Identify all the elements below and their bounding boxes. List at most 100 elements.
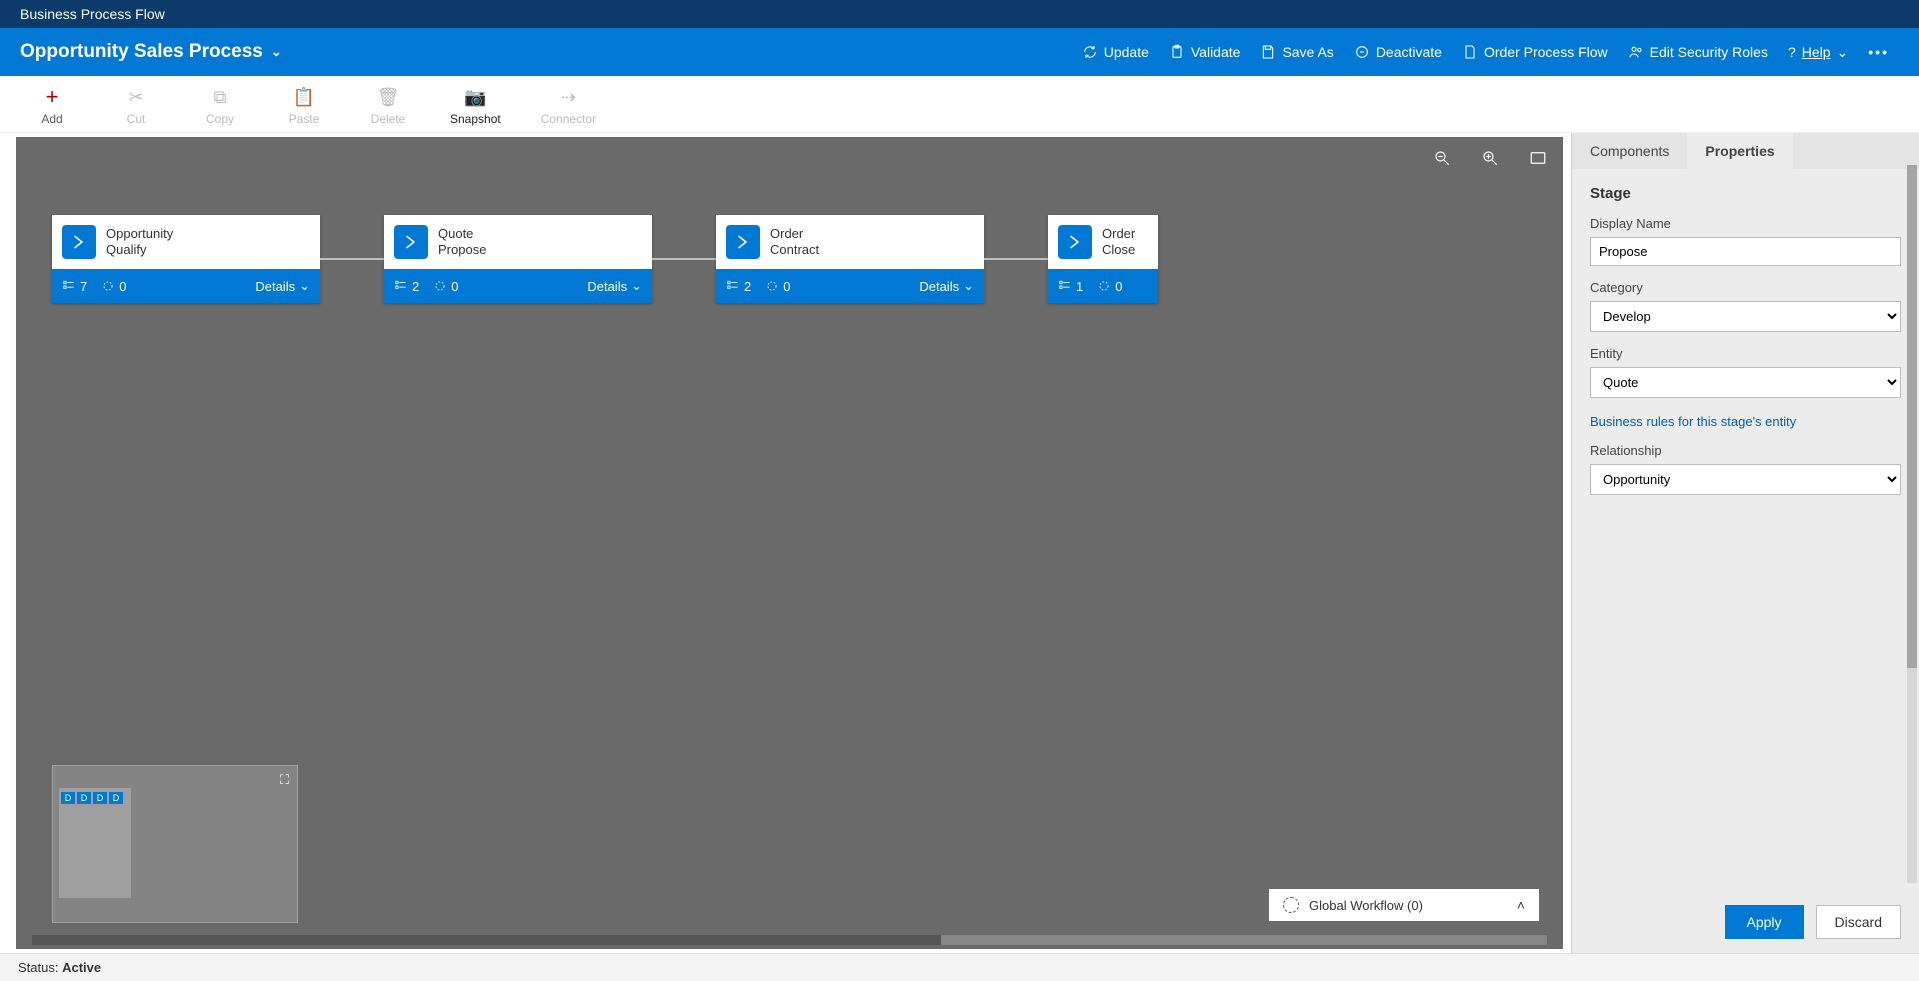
apply-button[interactable]: Apply (1725, 905, 1804, 939)
canvas[interactable]: Opportunity Qualify 7 0 Details⌄ Quote (16, 137, 1563, 949)
chevron-down-icon: ⌄ (631, 278, 642, 294)
connector-line (984, 258, 1048, 260)
stage-name: Qualify (106, 242, 173, 258)
entity-label: Entity (1590, 346, 1901, 361)
stage-entity: Opportunity (106, 226, 173, 242)
connector-button[interactable]: ⇢ Connector (541, 86, 596, 126)
connector-line (320, 258, 384, 260)
process-name-dropdown[interactable]: Opportunity Sales Process ⌄ (20, 41, 282, 63)
workflow-count: 0 (101, 279, 126, 294)
main-area: Opportunity Qualify 7 0 Details⌄ Quote (0, 133, 1919, 953)
order-process-flow-button[interactable]: Order Process Flow (1452, 38, 1618, 66)
snapshot-label: Snapshot (450, 112, 501, 126)
display-name-label: Display Name (1590, 216, 1901, 231)
minimap-node: D (93, 792, 107, 804)
scroll-thumb[interactable] (32, 935, 941, 945)
camera-icon: 📷 (464, 86, 486, 108)
global-workflow-label: Global Workflow (0) (1309, 898, 1423, 913)
stage-propose[interactable]: Quote Propose 2 0 Details⌄ (384, 215, 652, 303)
vertical-scrollbar[interactable] (1907, 165, 1917, 883)
add-button[interactable]: + Add (30, 86, 74, 126)
security-label: Edit Security Roles (1650, 44, 1768, 60)
edit-security-button[interactable]: Edit Security Roles (1618, 38, 1778, 66)
details-toggle[interactable]: Details⌄ (255, 278, 310, 294)
stage-close[interactable]: Order Close 1 0 (1048, 215, 1158, 303)
global-workflow-bar[interactable]: Global Workflow (0) ˄ (1269, 889, 1539, 921)
chevron-down-icon: ⌄ (271, 44, 282, 60)
steps-count: 2 (394, 279, 419, 294)
chevron-down-icon: ⌄ (963, 278, 974, 294)
stage-entity: Order (1102, 226, 1135, 242)
details-toggle[interactable]: Details⌄ (919, 278, 974, 294)
toolbar: + Add ✂ Cut ⧉ Copy 📋 Paste 🗑 Delete 📷 Sn… (0, 76, 1919, 133)
expand-icon[interactable]: ⛶ (280, 772, 289, 788)
panel-section-title: Stage (1590, 185, 1901, 202)
chevron-up-icon[interactable]: ˄ (1517, 897, 1525, 913)
category-label: Category (1590, 280, 1901, 295)
help-icon: ? (1788, 44, 1796, 60)
discard-button[interactable]: Discard (1816, 905, 1901, 939)
stage-name: Propose (438, 242, 486, 258)
deactivate-button[interactable]: Deactivate (1344, 38, 1452, 66)
update-button[interactable]: Update (1072, 38, 1159, 66)
paste-label: Paste (289, 112, 320, 126)
snapshot-button[interactable]: 📷 Snapshot (450, 86, 501, 126)
stage-contract[interactable]: Order Contract 2 0 Details⌄ (716, 215, 984, 303)
workflow-count: 0 (765, 279, 790, 294)
validate-button[interactable]: Validate (1159, 38, 1251, 66)
stage-name: Contract (770, 242, 819, 258)
stage-qualify[interactable]: Opportunity Qualify 7 0 Details⌄ (52, 215, 320, 303)
titlebar: Business Process Flow (0, 0, 1919, 28)
tab-properties[interactable]: Properties (1687, 133, 1792, 169)
relationship-select[interactable]: Opportunity (1590, 464, 1901, 495)
stage-entity: Order (770, 226, 819, 242)
details-toggle[interactable]: Details⌄ (587, 278, 642, 294)
help-button[interactable]: ? Help ⌄ (1778, 38, 1858, 67)
stage-icon (62, 225, 96, 259)
minimap-nodes: D D D D (61, 792, 123, 804)
paste-icon: 📋 (293, 86, 315, 108)
fit-to-screen-button[interactable] (1529, 149, 1547, 167)
more-button[interactable]: ••• (1858, 38, 1899, 66)
display-name-input[interactable] (1590, 237, 1901, 266)
delete-button[interactable]: 🗑 Delete (366, 86, 410, 126)
tab-components[interactable]: Components (1572, 133, 1687, 169)
steps-count: 1 (1058, 279, 1083, 294)
entity-select[interactable]: Quote (1590, 367, 1901, 398)
plus-icon: + (46, 86, 59, 108)
workflow-count: 0 (433, 279, 458, 294)
minimap-node: D (61, 792, 75, 804)
connector-icon: ⇢ (561, 86, 576, 108)
save-icon (1260, 44, 1276, 60)
minimap[interactable]: ⛶ D D D D (52, 765, 298, 923)
zoom-out-button[interactable] (1433, 149, 1451, 167)
people-icon (1628, 44, 1644, 60)
stage-icon (1058, 225, 1092, 259)
category-select[interactable]: Develop (1590, 301, 1901, 332)
minimap-viewport[interactable] (59, 788, 131, 898)
copy-button[interactable]: ⧉ Copy (198, 86, 242, 126)
order-label: Order Process Flow (1484, 44, 1608, 60)
process-name-label: Opportunity Sales Process (20, 41, 263, 63)
scroll-thumb[interactable] (1907, 165, 1917, 668)
stage-entity: Quote (438, 226, 486, 242)
help-label: Help (1802, 44, 1831, 60)
paste-button[interactable]: 📋 Paste (282, 86, 326, 126)
workflow-icon (1283, 897, 1299, 913)
save-as-button[interactable]: Save As (1250, 38, 1343, 66)
document-icon (1462, 44, 1478, 60)
connector-label: Connector (541, 112, 596, 126)
cut-button[interactable]: ✂ Cut (114, 86, 158, 126)
titlebar-title: Business Process Flow (20, 6, 165, 22)
delete-label: Delete (371, 112, 406, 126)
chevron-down-icon: ⌄ (1837, 44, 1849, 61)
status-bar: Status: Active (0, 953, 1919, 981)
cut-label: Cut (127, 112, 146, 126)
zoom-in-button[interactable] (1481, 149, 1499, 167)
horizontal-scrollbar[interactable] (32, 935, 1547, 945)
stage-icon (394, 225, 428, 259)
business-rules-link[interactable]: Business rules for this stage's entity (1590, 414, 1901, 429)
chevron-down-icon: ⌄ (299, 278, 310, 294)
relationship-label: Relationship (1590, 443, 1901, 458)
validate-label: Validate (1191, 44, 1241, 60)
